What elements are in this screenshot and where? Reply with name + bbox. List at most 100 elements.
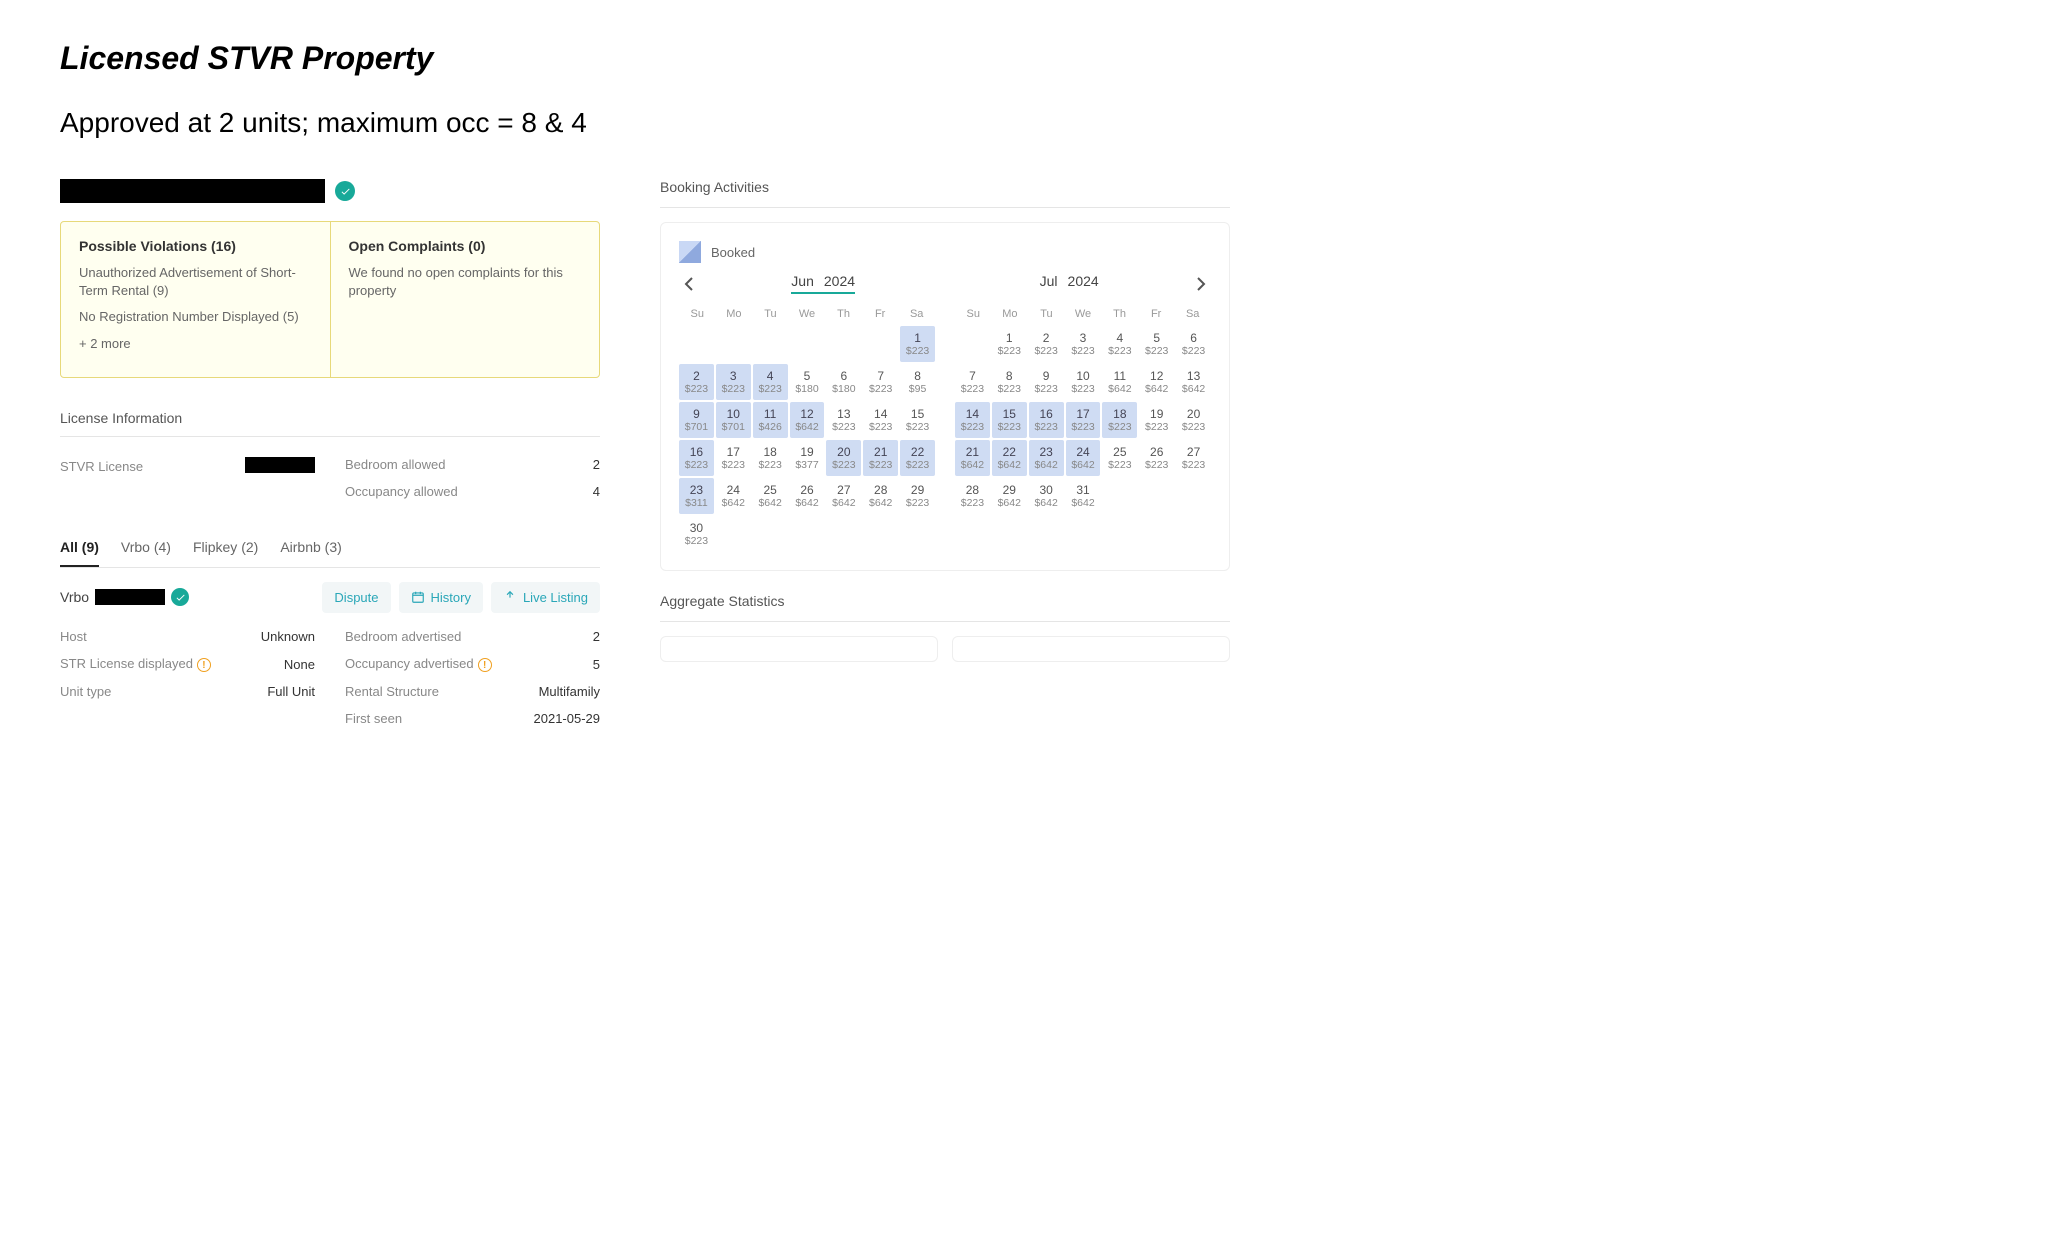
calendar-day[interactable]: 21$642 — [955, 440, 990, 476]
calendar-day[interactable]: 31$642 — [1066, 478, 1101, 514]
calendar-day[interactable]: 22$642 — [992, 440, 1027, 476]
info-label: Unit type — [60, 684, 111, 699]
listing-tab[interactable]: Vrbo (4) — [121, 529, 171, 567]
calendar-day[interactable]: 23$642 — [1029, 440, 1064, 476]
info-value: 5 — [593, 657, 600, 672]
calendar-day[interactable]: 26$642 — [790, 478, 825, 514]
calendar-day[interactable]: 4$223 — [1102, 326, 1137, 362]
calendar-day[interactable]: 18$223 — [1102, 402, 1137, 438]
calendar-day[interactable]: 25$642 — [753, 478, 788, 514]
calendar-day[interactable]: 2$223 — [679, 364, 714, 400]
calendar-day[interactable]: 28$642 — [863, 478, 898, 514]
info-value: 4 — [593, 484, 600, 499]
calendar-day[interactable]: 5$180 — [790, 364, 825, 400]
calendar-day[interactable]: 24$642 — [716, 478, 751, 514]
chevron-right-icon — [1196, 277, 1206, 291]
calendar-day[interactable]: 14$223 — [863, 402, 898, 438]
calendar-next-button[interactable] — [1191, 274, 1211, 294]
calendar-day[interactable]: 12$642 — [1139, 364, 1174, 400]
info-value: Multifamily — [539, 684, 600, 699]
calendar-day[interactable]: 17$223 — [1066, 402, 1101, 438]
calendar-day[interactable]: 15$223 — [900, 402, 935, 438]
calendar-day[interactable]: 29$223 — [900, 478, 935, 514]
calendar-day[interactable]: 19$377 — [790, 440, 825, 476]
calendar-day[interactable]: 4$223 — [753, 364, 788, 400]
calendar-day[interactable]: 29$642 — [992, 478, 1027, 514]
calendar-day[interactable]: 24$642 — [1066, 440, 1101, 476]
info-row: Rental StructureMultifamily — [345, 678, 600, 705]
calendar-day[interactable]: 19$223 — [1139, 402, 1174, 438]
calendar-day[interactable]: 11$426 — [753, 402, 788, 438]
violation-item: No Registration Number Displayed (5) — [79, 308, 312, 326]
booked-legend-swatch — [679, 241, 701, 263]
calendar-day[interactable]: 17$223 — [716, 440, 751, 476]
calendar-day[interactable]: 21$223 — [863, 440, 898, 476]
violations-panel[interactable]: Possible Violations (16) Unauthorized Ad… — [61, 222, 331, 377]
calendar-day[interactable]: 13$642 — [1176, 364, 1211, 400]
booking-activities-header: Booking Activities — [660, 179, 1230, 208]
calendar-day[interactable]: 10$701 — [716, 402, 751, 438]
verified-check-icon — [335, 181, 355, 201]
calendar-day[interactable]: 23$311 — [679, 478, 714, 514]
calendar-day[interactable]: 13$223 — [826, 402, 861, 438]
calendar-day[interactable]: 20$223 — [1176, 402, 1211, 438]
calendar-day[interactable]: 9$223 — [1029, 364, 1064, 400]
calendar-day[interactable]: 14$223 — [955, 402, 990, 438]
calendar-day[interactable]: 5$223 — [1139, 326, 1174, 362]
calendar-day[interactable]: 25$223 — [1102, 440, 1137, 476]
info-row: STVR License — [60, 451, 315, 482]
calendar-dow: Su — [679, 308, 716, 320]
calendar-day[interactable]: 6$180 — [826, 364, 861, 400]
calendar-day[interactable]: 10$223 — [1066, 364, 1101, 400]
calendar-day[interactable]: 22$223 — [900, 440, 935, 476]
violation-item: + 2 more — [79, 335, 312, 353]
complaints-panel[interactable]: Open Complaints (0) We found no open com… — [331, 222, 600, 377]
calendar-day[interactable]: 30$223 — [679, 516, 714, 552]
calendar-month-label[interactable]: Jul2024 — [1040, 273, 1099, 294]
info-value: 2 — [593, 629, 600, 644]
violation-item: Unauthorized Advertisement of Short-Term… — [79, 264, 312, 300]
info-row: HostUnknown — [60, 623, 315, 650]
calendar-day[interactable]: 18$223 — [753, 440, 788, 476]
listing-tab[interactable]: Airbnb (3) — [280, 529, 341, 567]
info-value — [245, 457, 315, 476]
listing-tab[interactable]: All (9) — [60, 529, 99, 567]
calendar-dow: Sa — [1174, 308, 1211, 320]
info-label: First seen — [345, 711, 402, 726]
calendar-dow: Tu — [752, 308, 789, 320]
calendar-day[interactable]: 8$95 — [900, 364, 935, 400]
calendar-day[interactable]: 27$223 — [1176, 440, 1211, 476]
live-listing-button[interactable]: Live Listing — [491, 582, 600, 613]
calendar-month-label[interactable]: Jun2024 — [791, 273, 855, 294]
calendar-day[interactable]: 16$223 — [1029, 402, 1064, 438]
calendar-day[interactable]: 11$642 — [1102, 364, 1137, 400]
calendar-day[interactable]: 16$223 — [679, 440, 714, 476]
calendar-day[interactable]: 27$642 — [826, 478, 861, 514]
calendar-prev-button[interactable] — [679, 274, 699, 294]
calendar-day[interactable]: 3$223 — [716, 364, 751, 400]
calendar-day[interactable]: 12$642 — [790, 402, 825, 438]
calendar-day[interactable]: 8$223 — [992, 364, 1027, 400]
info-row: Occupancy advertised! 5 — [345, 650, 600, 679]
calendar-day[interactable]: 3$223 — [1066, 326, 1101, 362]
property-name-redacted — [60, 179, 325, 203]
info-label: Occupancy advertised! — [345, 656, 492, 673]
calendar-day[interactable]: 26$223 — [1139, 440, 1174, 476]
calendar-day[interactable]: 28$223 — [955, 478, 990, 514]
calendar-icon — [411, 590, 425, 604]
calendar-day[interactable]: 1$223 — [900, 326, 935, 362]
calendar-day[interactable]: 20$223 — [826, 440, 861, 476]
calendar-day[interactable]: 30$642 — [1029, 478, 1064, 514]
info-row: Unit typeFull Unit — [60, 678, 315, 705]
calendar-day[interactable]: 2$223 — [1029, 326, 1064, 362]
calendar-day[interactable]: 6$223 — [1176, 326, 1211, 362]
calendar-day[interactable]: 7$223 — [955, 364, 990, 400]
dispute-button[interactable]: Dispute — [322, 582, 390, 613]
calendar-day[interactable]: 7$223 — [863, 364, 898, 400]
calendar-day[interactable]: 9$701 — [679, 402, 714, 438]
listing-tab[interactable]: Flipkey (2) — [193, 529, 258, 567]
calendar-day[interactable]: 15$223 — [992, 402, 1027, 438]
history-button[interactable]: History — [399, 582, 483, 613]
calendar-day[interactable]: 1$223 — [992, 326, 1027, 362]
info-row: Bedroom advertised2 — [345, 623, 600, 650]
